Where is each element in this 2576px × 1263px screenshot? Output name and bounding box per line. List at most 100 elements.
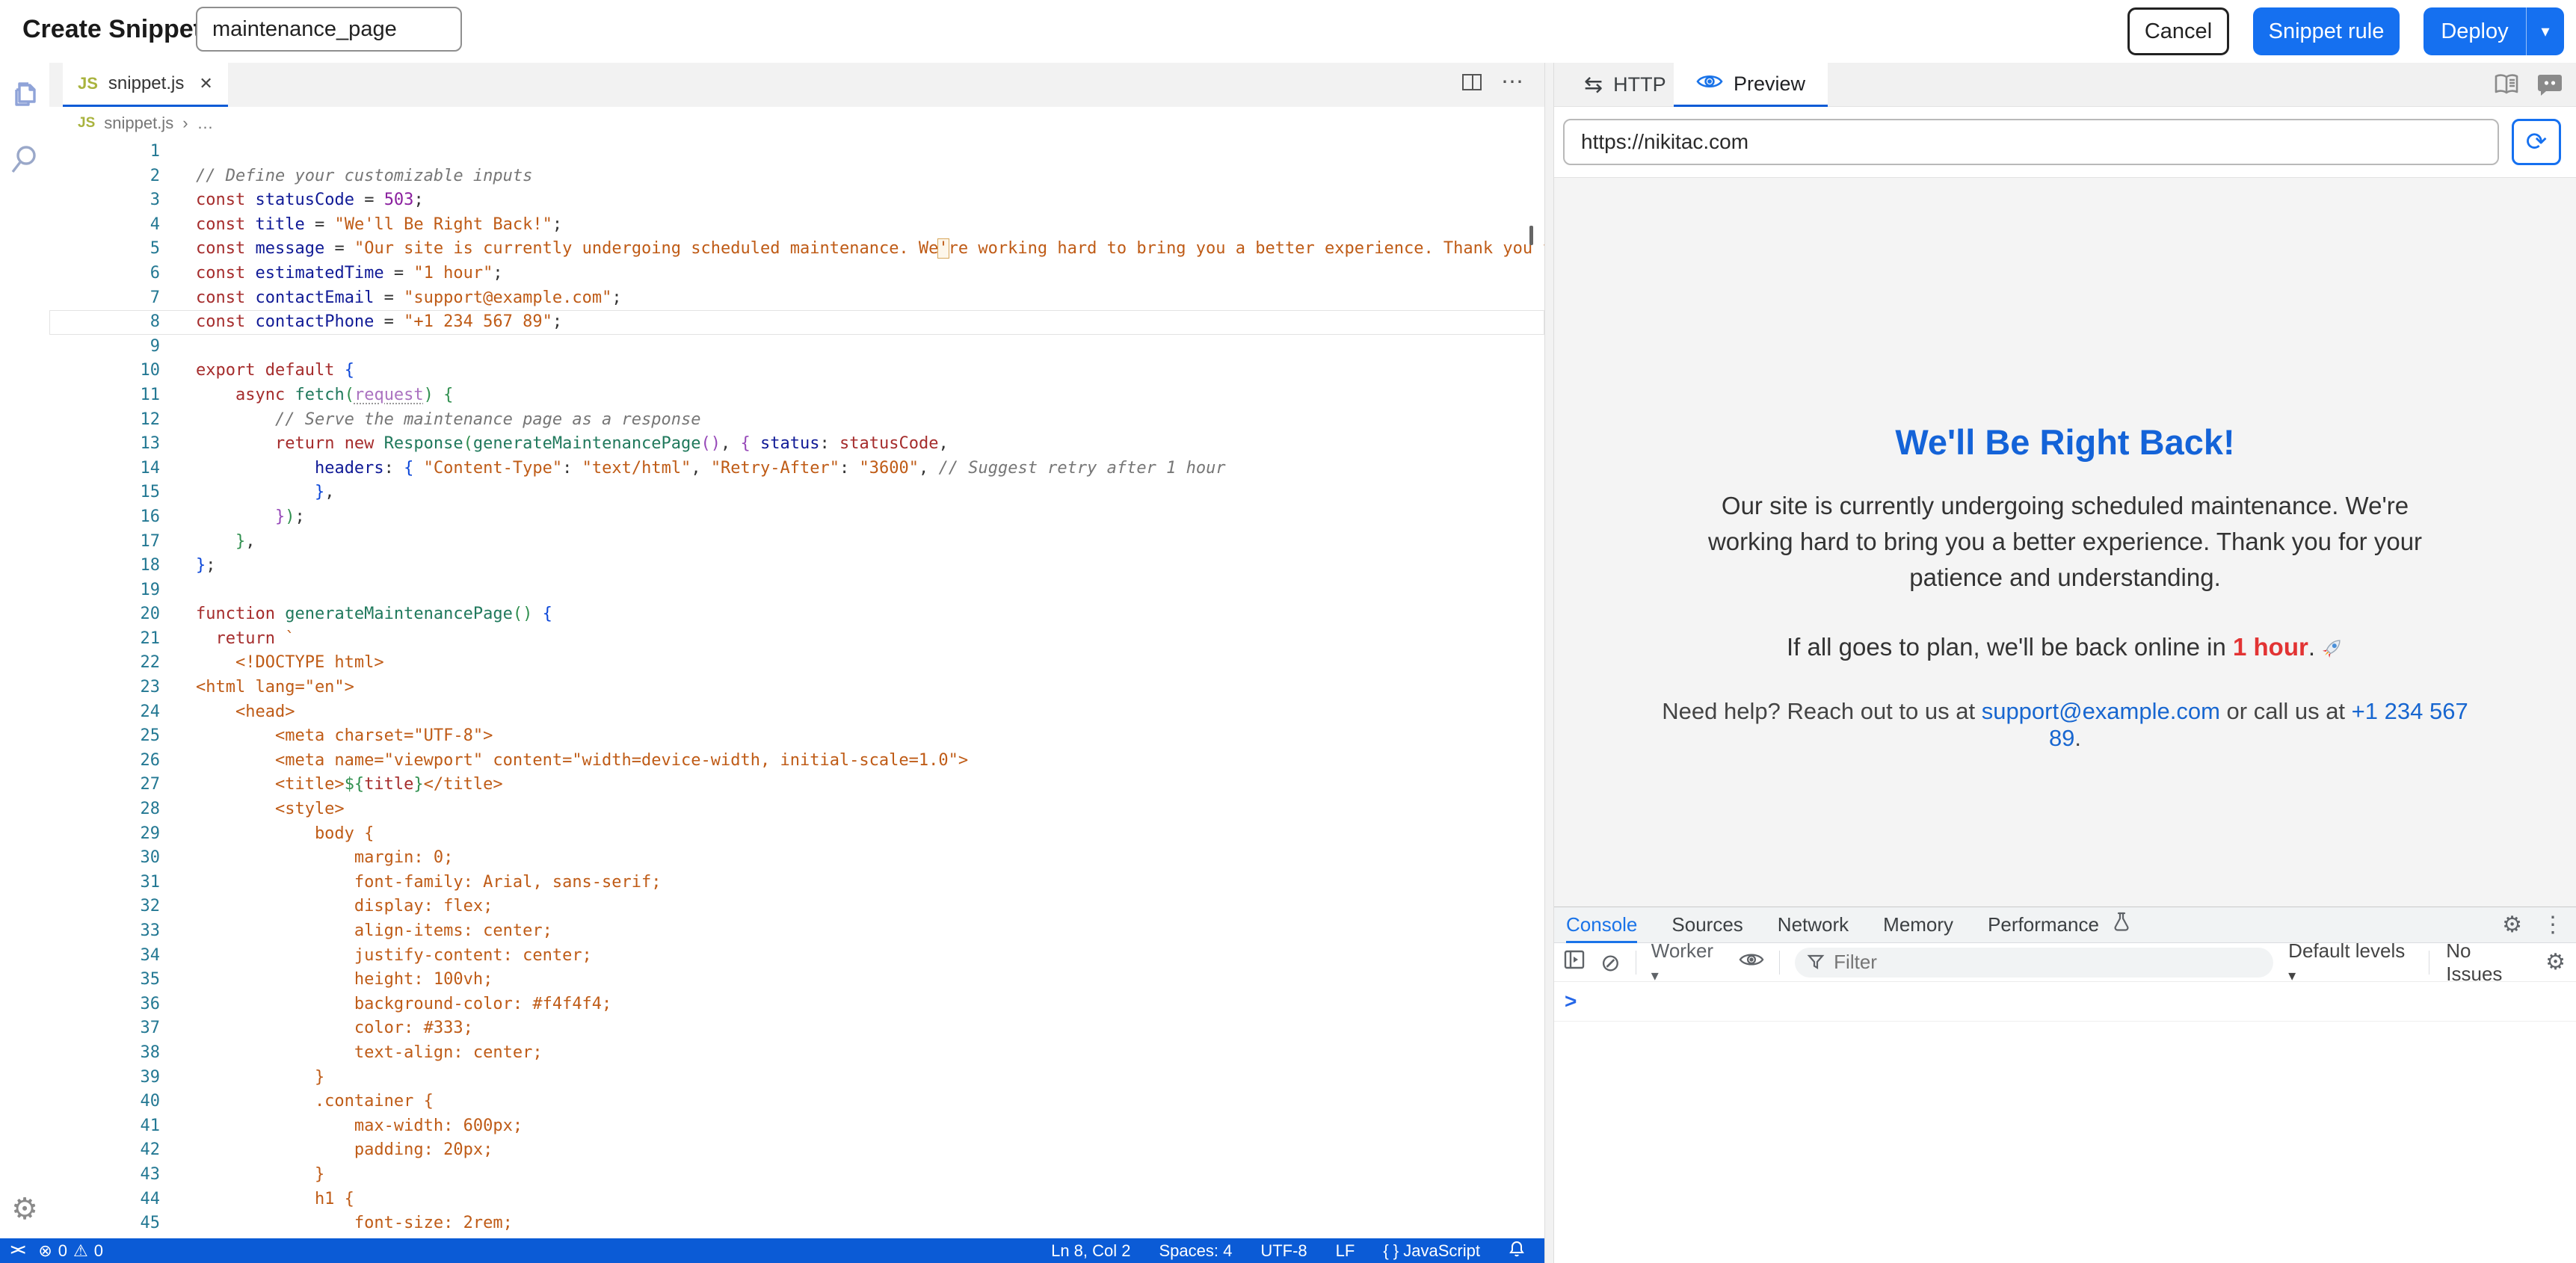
code-line[interactable]: 15 },	[49, 481, 1544, 505]
code-line[interactable]: 31 font-family: Arial, sans-serif;	[49, 871, 1544, 895]
console-settings-gear-icon[interactable]: ⚙	[2545, 951, 2566, 974]
code-line[interactable]: 1	[49, 140, 1544, 164]
problems-indicator[interactable]: ⊗ 0 ⚠ 0	[38, 1241, 103, 1261]
docs-book-icon[interactable]	[2494, 73, 2519, 99]
filter-input[interactable]	[1795, 948, 2273, 978]
line-number: 4	[49, 213, 160, 238]
code-line[interactable]: 18};	[49, 554, 1544, 578]
code-line[interactable]: 29 body {	[49, 822, 1544, 847]
line-number: 2	[49, 164, 160, 189]
code-editor[interactable]: 12// Define your customizable inputs3con…	[49, 140, 1544, 1238]
code-line[interactable]: 41 max-width: 600px;	[49, 1114, 1544, 1139]
devtools-menu-dots-icon[interactable]: ⋮	[2542, 914, 2564, 936]
scrollbar-thumb[interactable]	[1529, 226, 1533, 245]
code-line[interactable]: 24 <head>	[49, 700, 1544, 725]
code-line[interactable]: 45 font-size: 2rem;	[49, 1211, 1544, 1236]
live-expression-eye-icon[interactable]	[1739, 950, 1764, 975]
remote-indicator-icon[interactable]: ><	[10, 1242, 23, 1259]
clear-console-icon[interactable]: ⊘	[1600, 951, 1621, 975]
code-line[interactable]: 6const estimatedTime = "1 hour";	[49, 262, 1544, 286]
code-line[interactable]: 22 <!DOCTYPE html>	[49, 651, 1544, 676]
code-line[interactable]: 33 align-items: center;	[49, 919, 1544, 944]
code-line[interactable]: 7const contactEmail = "support@example.c…	[49, 286, 1544, 311]
breadcrumb-file[interactable]: snippet.js	[104, 114, 173, 133]
code-line[interactable]: 44 h1 {	[49, 1188, 1544, 1212]
cursor-position[interactable]: Ln 8, Col 2	[1051, 1241, 1130, 1261]
indentation[interactable]: Spaces: 4	[1159, 1241, 1232, 1261]
devtools-tab-sources[interactable]: Sources	[1671, 907, 1743, 943]
more-actions-icon[interactable]: ⋯	[1501, 75, 1523, 90]
devtools-tab-network[interactable]: Network	[1778, 907, 1849, 943]
code-line[interactable]: 26 <meta name="viewport" content="width=…	[49, 749, 1544, 773]
deploy-dropdown-caret-icon[interactable]: ▾	[2526, 7, 2564, 55]
code-line[interactable]: 38 text-align: center;	[49, 1041, 1544, 1066]
experiments-flask-icon[interactable]	[2113, 912, 2130, 938]
snippet-rule-button[interactable]: Snippet rule	[2253, 7, 2400, 55]
code-line[interactable]: 4const title = "We'll Be Right Back!";	[49, 213, 1544, 238]
code-line[interactable]: 8const contactPhone = "+1 234 567 89";	[49, 310, 1544, 335]
code-line[interactable]: 21 return `	[49, 627, 1544, 652]
tab-snippet-js[interactable]: JS snippet.js ✕	[63, 63, 228, 107]
log-levels-dropdown[interactable]: Default levels ▾	[2288, 939, 2412, 986]
code-line[interactable]: 32 display: flex;	[49, 895, 1544, 919]
encoding[interactable]: UTF-8	[1260, 1241, 1307, 1261]
devtools-tab-memory[interactable]: Memory	[1883, 907, 1953, 943]
code-line[interactable]: 16 });	[49, 505, 1544, 530]
devtools-tab-console[interactable]: Console	[1566, 907, 1637, 943]
breadcrumb-more[interactable]: …	[197, 114, 214, 133]
code-line[interactable]: 34 justify-content: center;	[49, 944, 1544, 969]
code-line[interactable]: 2// Define your customizable inputs	[49, 164, 1544, 189]
code-line[interactable]: 42 padding: 20px;	[49, 1138, 1544, 1163]
code-line[interactable]: 5const message = "Our site is currently …	[49, 237, 1544, 262]
snippet-name-input[interactable]	[196, 7, 462, 52]
url-input[interactable]	[1563, 119, 2499, 165]
code-line[interactable]: 10export default {	[49, 359, 1544, 383]
search-icon[interactable]	[0, 143, 49, 176]
code-line[interactable]: 17 },	[49, 530, 1544, 555]
code-line[interactable]: 37 color: #333;	[49, 1016, 1544, 1041]
files-icon[interactable]	[0, 79, 49, 111]
line-number: 23	[49, 676, 160, 700]
settings-gear-icon[interactable]: ⚙	[0, 1194, 49, 1224]
split-editor-icon[interactable]	[1462, 74, 1482, 90]
cancel-button[interactable]: Cancel	[2127, 7, 2229, 55]
code-line[interactable]: 35 height: 100vh;	[49, 968, 1544, 992]
tab-close-icon[interactable]: ✕	[199, 74, 212, 93]
code-text: <style>	[160, 797, 1544, 822]
tab-http[interactable]: ⇆ HTTP	[1562, 63, 1689, 107]
header-actions: Cancel Snippet rule Deploy ▾	[2127, 7, 2564, 55]
support-email-link[interactable]: support@example.com	[1982, 698, 2220, 724]
notifications-bell-icon[interactable]	[1509, 1240, 1525, 1262]
code-line[interactable]: 3const statusCode = 503;	[49, 188, 1544, 213]
language-mode[interactable]: { } JavaScript	[1383, 1241, 1480, 1261]
console-output[interactable]: >	[1554, 982, 2576, 1263]
code-line[interactable]: 9	[49, 335, 1544, 359]
code-line[interactable]: 23<html lang="en">	[49, 676, 1544, 700]
discord-icon[interactable]	[2537, 72, 2563, 100]
code-line[interactable]: 25 <meta charset="UTF-8">	[49, 724, 1544, 749]
context-selector[interactable]: Worker ▾	[1651, 939, 1724, 986]
code-line[interactable]: 27 <title>${title}</title>	[49, 773, 1544, 797]
deploy-button[interactable]: Deploy	[2424, 7, 2526, 55]
devtools-tab-performance[interactable]: Performance	[1988, 907, 2099, 943]
eol-sequence[interactable]: LF	[1336, 1241, 1355, 1261]
code-line[interactable]: 14 headers: { "Content-Type": "text/html…	[49, 457, 1544, 481]
code-line[interactable]: 39 }	[49, 1066, 1544, 1090]
code-line[interactable]: 30 margin: 0;	[49, 846, 1544, 871]
code-line[interactable]: 36 background-color: #f4f4f4;	[49, 992, 1544, 1017]
pane-divider[interactable]	[1544, 63, 1554, 1263]
code-line[interactable]: 28 <style>	[49, 797, 1544, 822]
code-line[interactable]: 20function generateMaintenancePage() {	[49, 602, 1544, 627]
code-line[interactable]: 11 async fetch(request) {	[49, 383, 1544, 408]
issues-counter[interactable]: No Issues	[2446, 939, 2529, 986]
console-prompt-chevron[interactable]: >	[1565, 989, 1577, 1013]
reload-button[interactable]: ⟳	[2512, 119, 2561, 165]
code-line[interactable]: 13 return new Response(generateMaintenan…	[49, 432, 1544, 457]
console-sidebar-toggle-icon[interactable]	[1563, 948, 1586, 976]
devtools-settings-gear-icon[interactable]: ⚙	[2502, 914, 2522, 936]
code-line[interactable]: 43 }	[49, 1163, 1544, 1188]
code-line[interactable]: 19	[49, 578, 1544, 603]
code-line[interactable]: 12 // Serve the maintenance page as a re…	[49, 408, 1544, 433]
tab-preview[interactable]: Preview	[1674, 63, 1828, 107]
code-line[interactable]: 40 .container {	[49, 1090, 1544, 1114]
